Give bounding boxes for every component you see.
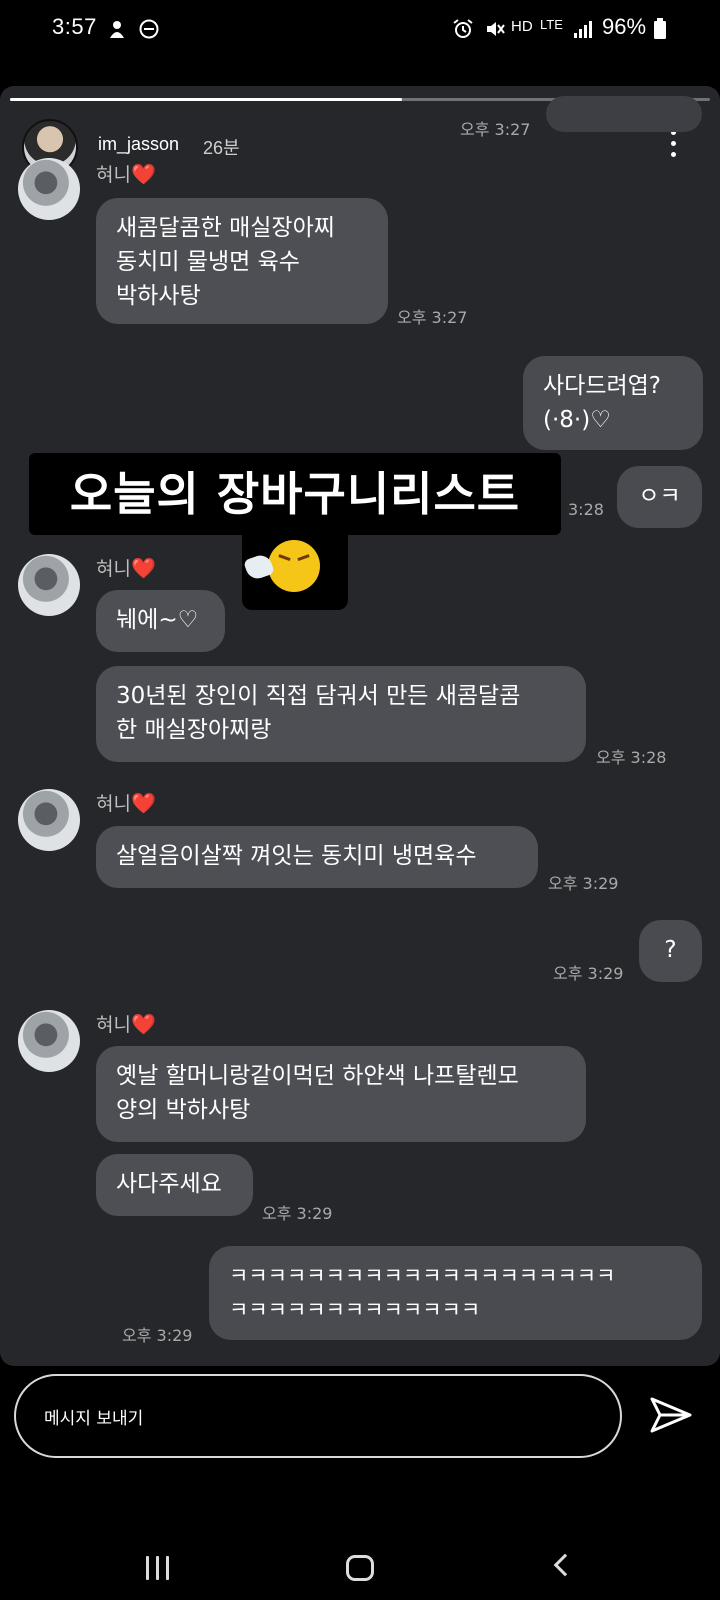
heart-icon: ❤️ [130, 1012, 156, 1036]
sender-name-text: 혀니 [96, 558, 131, 580]
message-timestamp: 3:28 [568, 500, 604, 519]
recent-bar [166, 1556, 169, 1580]
back-icon[interactable] [553, 1553, 577, 1577]
story-username[interactable]: im_jasson [98, 134, 179, 155]
chat-bubble-incoming: 눼에~♡ [96, 590, 225, 652]
battery-percent: 96% [602, 14, 647, 39]
send-icon[interactable] [650, 1395, 692, 1435]
chat-bubble-incoming: 사다주세요 [96, 1154, 253, 1216]
sender-name-text: 혀니 [96, 1014, 131, 1036]
message-timestamp: 오후 3:29 [548, 874, 619, 893]
message-timestamp: 오후 3:28 [596, 748, 667, 767]
hd-voice-label: HD [511, 18, 533, 35]
sender-name: 혀니❤️ [96, 160, 156, 187]
sender-name-text: 혀니 [96, 164, 131, 186]
story-panel[interactable]: im_jasson 26분 오후 3:27 혀니❤️ 새콤달콤한 매실장아찌 동… [0, 86, 720, 1366]
message-timestamp: 오후 3:29 [553, 964, 624, 983]
recent-bar [146, 1556, 149, 1580]
alarm-icon [453, 19, 473, 38]
chat-bubble-incoming: 살얼음이살짝 껴잇는 동치미 냉면육수 [96, 826, 538, 888]
do-not-disturb-icon [139, 19, 159, 39]
signal-icon [574, 21, 592, 38]
sender-name: 혀니❤️ [96, 789, 156, 816]
chat-bubble-outgoing: ㅋㅋㅋㅋㅋㅋㅋㅋㅋㅋㅋㅋㅋㅋㅋㅋㅋㅋㅋㅋ ㅋㅋㅋㅋㅋㅋㅋㅋㅋㅋㅋㅋㅋ [209, 1246, 702, 1340]
chat-bubble-incoming: 새콤달콤한 매실장아찌 동치미 물냉면 육수 박하사탕 [96, 198, 388, 324]
message-timestamp: 오후 3:29 [122, 1326, 193, 1345]
message-timestamp: 오후 3:27 [460, 120, 531, 139]
sender-avatar [18, 1010, 80, 1072]
more-options-button[interactable] [666, 130, 680, 162]
recent-apps-icon[interactable] [146, 1556, 172, 1580]
status-bar: 3:57 HD LTE 96% [0, 0, 720, 62]
chat-bubble-incoming: 옛날 할머니랑같이먹던 하얀색 나프탈렌모 양의 박하사탕 [96, 1046, 586, 1142]
navigation-bar [0, 1525, 720, 1600]
more-dot-icon [670, 141, 676, 146]
sneezing-face-icon[interactable] [242, 528, 348, 610]
more-dot-icon [670, 152, 676, 157]
chat-bubble-incoming: 30년된 장인이 직접 담궈서 만든 새콤달콤 한 매실장아찌랑 [96, 666, 586, 762]
message-input[interactable]: 메시지 보내기 [14, 1374, 622, 1458]
recent-bar [156, 1556, 159, 1580]
story-text-sticker[interactable]: 오늘의 장바구니리스트 [29, 453, 561, 535]
sender-name: 혀니❤️ [96, 554, 156, 581]
message-timestamp: 오후 3:29 [262, 1204, 333, 1223]
sender-avatar [18, 554, 80, 616]
heart-icon: ❤️ [130, 791, 156, 815]
home-icon[interactable] [346, 1555, 374, 1581]
heart-icon: ❤️ [130, 556, 156, 580]
message-input-placeholder: 메시지 보내기 [44, 1409, 144, 1429]
heart-icon: ❤️ [130, 162, 156, 186]
status-time: 3:57 [52, 14, 97, 39]
chat-bubble-outgoing: ㅇㅋ [617, 466, 702, 528]
sender-avatar [18, 789, 80, 851]
chat-bubble-outgoing: 사다드려엽? (·8·)♡ [523, 356, 703, 450]
sender-name: 혀니❤️ [96, 1010, 156, 1037]
chat-bubble-outgoing: ? [639, 920, 702, 982]
message-timestamp: 오후 3:27 [397, 308, 468, 327]
emoji-eye [297, 554, 311, 564]
emoji-eye [277, 554, 291, 564]
mute-icon [487, 22, 505, 36]
battery-icon [654, 18, 666, 39]
lte-label: LTE [540, 17, 563, 32]
story-age: 26분 [203, 138, 240, 158]
sender-avatar [18, 158, 80, 220]
sender-name-text: 혀니 [96, 793, 131, 815]
notification-icon [110, 21, 124, 38]
chat-bubble-partial [546, 96, 702, 132]
emoji-face [268, 540, 320, 592]
